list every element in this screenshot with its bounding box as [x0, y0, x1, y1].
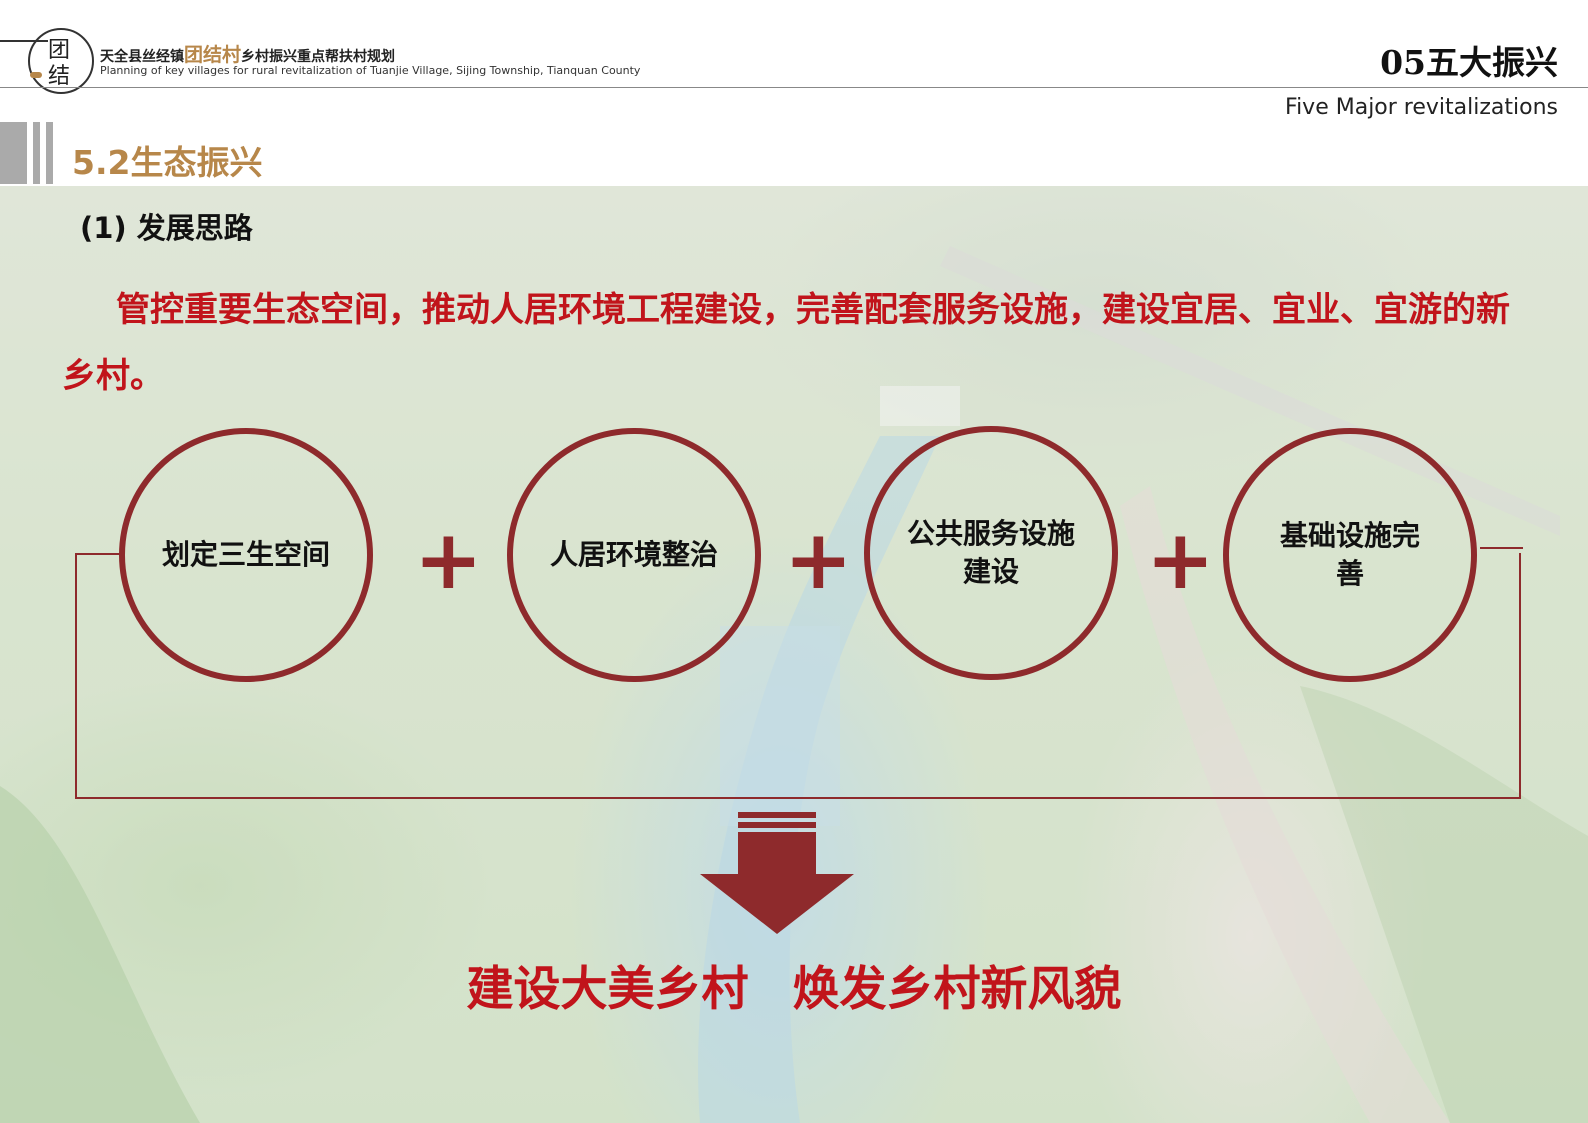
strategy-circle-1: 划定三生空间 — [119, 428, 373, 682]
project-title: 天全县丝经镇团结村乡村振兴重点帮扶村规划 — [100, 40, 395, 67]
project-title-highlight: 团结村 — [184, 44, 242, 66]
chapter-title: 05五大振兴 — [1380, 43, 1558, 82]
strategy-circle-label: 人居环境整治 — [549, 538, 718, 571]
page-header: 团 结 天全县丝经镇团结村乡村振兴重点帮扶村规划 Planning of key… — [0, 0, 1588, 94]
section-title: 5.2生态振兴 — [72, 143, 263, 182]
village-logo: 团 结 — [28, 28, 94, 94]
section-marker-bar — [33, 122, 40, 184]
slogan-part-2: 焕发乡村新风貌 — [792, 962, 1122, 1017]
project-title-suffix: 乡村振兴重点帮扶村规划 — [241, 49, 396, 65]
sub-heading: (1) 发展思路 — [80, 211, 253, 245]
project-title-prefix: 天全县丝经镇 — [100, 49, 184, 65]
strategy-circle-4: 基础设施完 善 — [1223, 428, 1477, 682]
down-arrow-icon — [700, 812, 854, 934]
connector-frame-left-stub — [75, 553, 120, 555]
strategy-circle-3: 公共服务设施 建设 — [864, 426, 1118, 680]
lead-statement: 管控重要生态空间，推动人居环境工程建设，完善配套服务设施，建设宜居、宜业、宜游的… — [62, 290, 1510, 396]
connector-frame-right-stub — [1480, 547, 1523, 549]
slogan-part-1: 建设大美乡村 — [466, 962, 749, 1017]
chapter-title-en: Five Major revitalizations — [1285, 95, 1558, 120]
plus-icon: + — [784, 513, 853, 608]
logo-char-2: 结 — [48, 64, 71, 89]
plus-icon: + — [1146, 513, 1215, 608]
plus-icon: + — [414, 513, 483, 608]
section-marker-bar — [46, 122, 53, 184]
strategy-circle-label: 划定三生空间 — [161, 538, 330, 571]
slogan: 建设大美乡村 焕发乡村新风貌 — [0, 950, 1588, 1019]
strategy-circle-label: 基础设施完 善 — [1279, 519, 1420, 590]
section-marker-bar — [0, 122, 27, 184]
logo-ornament — [30, 72, 42, 78]
strategy-circle-2: 人居环境整治 — [507, 428, 761, 682]
header-divider — [0, 87, 1588, 88]
strategy-circle-label: 公共服务设施 建设 — [906, 517, 1075, 588]
project-subtitle: Planning of key villages for rural revit… — [100, 64, 641, 77]
